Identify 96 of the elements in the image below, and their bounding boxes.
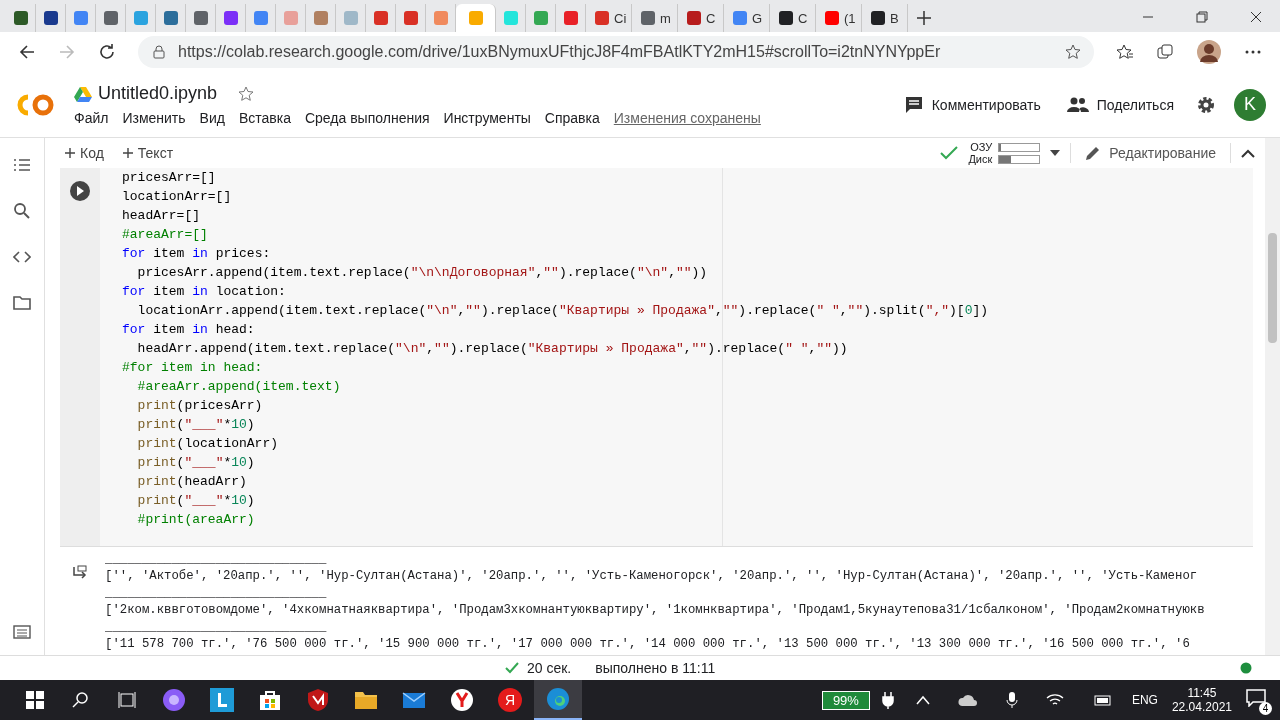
store-bag-icon [258,688,282,712]
people-icon [1066,96,1089,113]
menu-item[interactable]: Изменить [122,110,186,126]
cloud-icon[interactable] [957,693,978,707]
code-line: #areaArr.append(item.text) [136,378,342,396]
check-icon [940,146,959,160]
account-avatar[interactable]: K [1234,88,1266,121]
output-line: ______________________________ [105,585,328,602]
new-tab-icon[interactable] [916,10,932,26]
refresh-icon[interactable] [98,43,116,61]
execution-status: выполнено в 11:11 [595,660,716,676]
drive-icon [74,85,92,102]
code-line: print(headArr) [136,473,248,491]
ring-icon [162,688,186,712]
code-line: for item in location: [122,283,287,301]
editing-mode-button[interactable]: Редактирование [1081,141,1220,165]
output-icon[interactable] [72,565,88,581]
code-line: locationArr=[] [122,188,233,206]
code-line: print("___"*10) [136,492,256,510]
folder-icon[interactable] [13,294,31,312]
contents-icon[interactable] [13,156,31,174]
share-button[interactable]: Поделиться [1062,92,1178,117]
code-line: locationArr.append(item.text.replace("\n","").replace("Квартиры » Продажа","").replace(" ","").split(",")[0]) [136,302,989,320]
terminal-icon[interactable] [13,623,31,641]
output-line: ['2ком.кввготовомдоме', '4хкомнатнаяквартира', 'Продам3хкомнантуюквартиру', '1комнквартира', 'Продам1,5кунаутепова31/1сбалконом', 'Продам2комнатнуюкв [105,602,1205,619]
code-line: pricesArr=[] [122,169,217,187]
run-cell-icon[interactable] [69,180,91,202]
collapse-icon[interactable] [1241,148,1255,158]
address-field[interactable]: https://colab.research.google.com/drive/1uxBNymuxUFthjcJ8F4mFBAtlKTY2mH15#scrollTo=i2tnNYNYppEr [138,36,1094,68]
notification-count: 4 [1259,702,1272,715]
close-icon[interactable] [1250,11,1262,23]
dropdown-icon[interactable] [1050,150,1061,156]
code-line: headArr=[] [122,207,201,225]
add-favorite-icon[interactable] [1064,43,1082,61]
code-line: for item in head: [122,321,256,339]
connected-icon [1240,662,1252,674]
shield-icon [306,688,330,712]
settings-icon[interactable] [1196,94,1216,115]
menu-item[interactable]: Файл [74,110,109,126]
code-line: #areaArr=[] [122,226,209,244]
collections-icon[interactable] [1156,43,1174,61]
save-status-link[interactable]: Изменения сохранены [613,110,761,126]
menu-item[interactable]: Вид [199,110,225,126]
chevron-up-icon[interactable] [915,695,930,705]
add-text-button[interactable]: Текст [117,141,178,165]
plug-icon [881,691,894,709]
lock-icon [152,45,166,59]
code-line: #print(areaArr) [136,511,256,529]
scrollbar-thumb[interactable] [1268,233,1277,343]
output-line: ['11 578 700 тг.', '76 500 000 тг.', '15 900 000 тг.', '17 000 000 тг.', '14 000 000 тг.', '13 500 000 тг.', '13 300 000 тг.', '16 500 000 тг.', '6 [105,636,1191,653]
add-code-button[interactable]: Код [60,141,108,165]
code-line: print(locationArr) [136,435,280,453]
back-icon[interactable] [18,43,36,61]
comment-button[interactable]: Комментировать [899,90,1045,119]
windows-start-icon[interactable] [26,691,44,709]
disk-label: Диск [968,153,993,165]
ram-label: ОЗУ [970,141,993,153]
code-line: print(pricesArr) [136,397,264,415]
notebook-title[interactable]: Untitled0.ipynb [98,83,218,104]
battery-icon[interactable] [1091,693,1112,707]
code-line: pricesArr.append(item.text.replace("\n\nДоговорная","").replace("\n","")) [136,264,709,282]
menu-item[interactable]: Среда выполнения [304,110,430,126]
menu-item[interactable]: Вставка [238,110,291,126]
comment-icon [903,94,924,115]
language-indicator[interactable]: ENG [1131,693,1158,707]
output-line: ['', 'Актобе', '20апр.', '', 'Нур-Султан(Астана)', '20апр.', '', 'Усть-Каменогорск', '20апр.', '', 'Нур-Султан(Астана)', '20апр.', '', 'Усть-Каменог [105,568,1199,585]
code-line: print("___"*10) [136,454,256,472]
clock-time[interactable]: 11:45 [1187,686,1217,700]
menu-item[interactable]: Справка [544,110,600,126]
launcher-icon [210,688,234,712]
taskbar-app[interactable]: Я [486,680,534,720]
battery-indicator[interactable]: 99% [821,690,870,710]
clock-date[interactable]: 22.04.2021 [1171,700,1232,714]
restore-icon[interactable] [1196,11,1208,23]
browser-icon [450,688,474,712]
favorites-icon[interactable] [1116,43,1134,61]
check-icon [505,662,519,674]
menu-item[interactable]: Инструменты [443,110,531,126]
avatar-icon[interactable] [1196,39,1222,65]
code-line: #for item in head: [122,359,264,377]
browser-icon [546,687,570,711]
task-view-icon[interactable] [118,691,136,709]
search-icon[interactable] [13,202,31,220]
search-icon[interactable] [72,691,90,709]
output-line: ______________________________ [105,551,328,568]
yandex-app-icon: Я [498,688,522,712]
code-line: print("___"*10) [136,416,256,434]
code-line: for item in prices: [122,245,272,263]
code-line: headArr.append(item.text.replace("\n","").replace("Квартиры » Продажа","").replace(" ","")) [136,340,849,358]
plus-icon [64,147,76,159]
plus-icon [121,147,134,159]
star-icon[interactable] [237,84,256,103]
execution-time: 20 сек. [527,660,572,676]
microphone-icon[interactable] [1005,691,1018,709]
pencil-icon [1085,145,1102,161]
output-line: ______________________________ [105,619,328,636]
